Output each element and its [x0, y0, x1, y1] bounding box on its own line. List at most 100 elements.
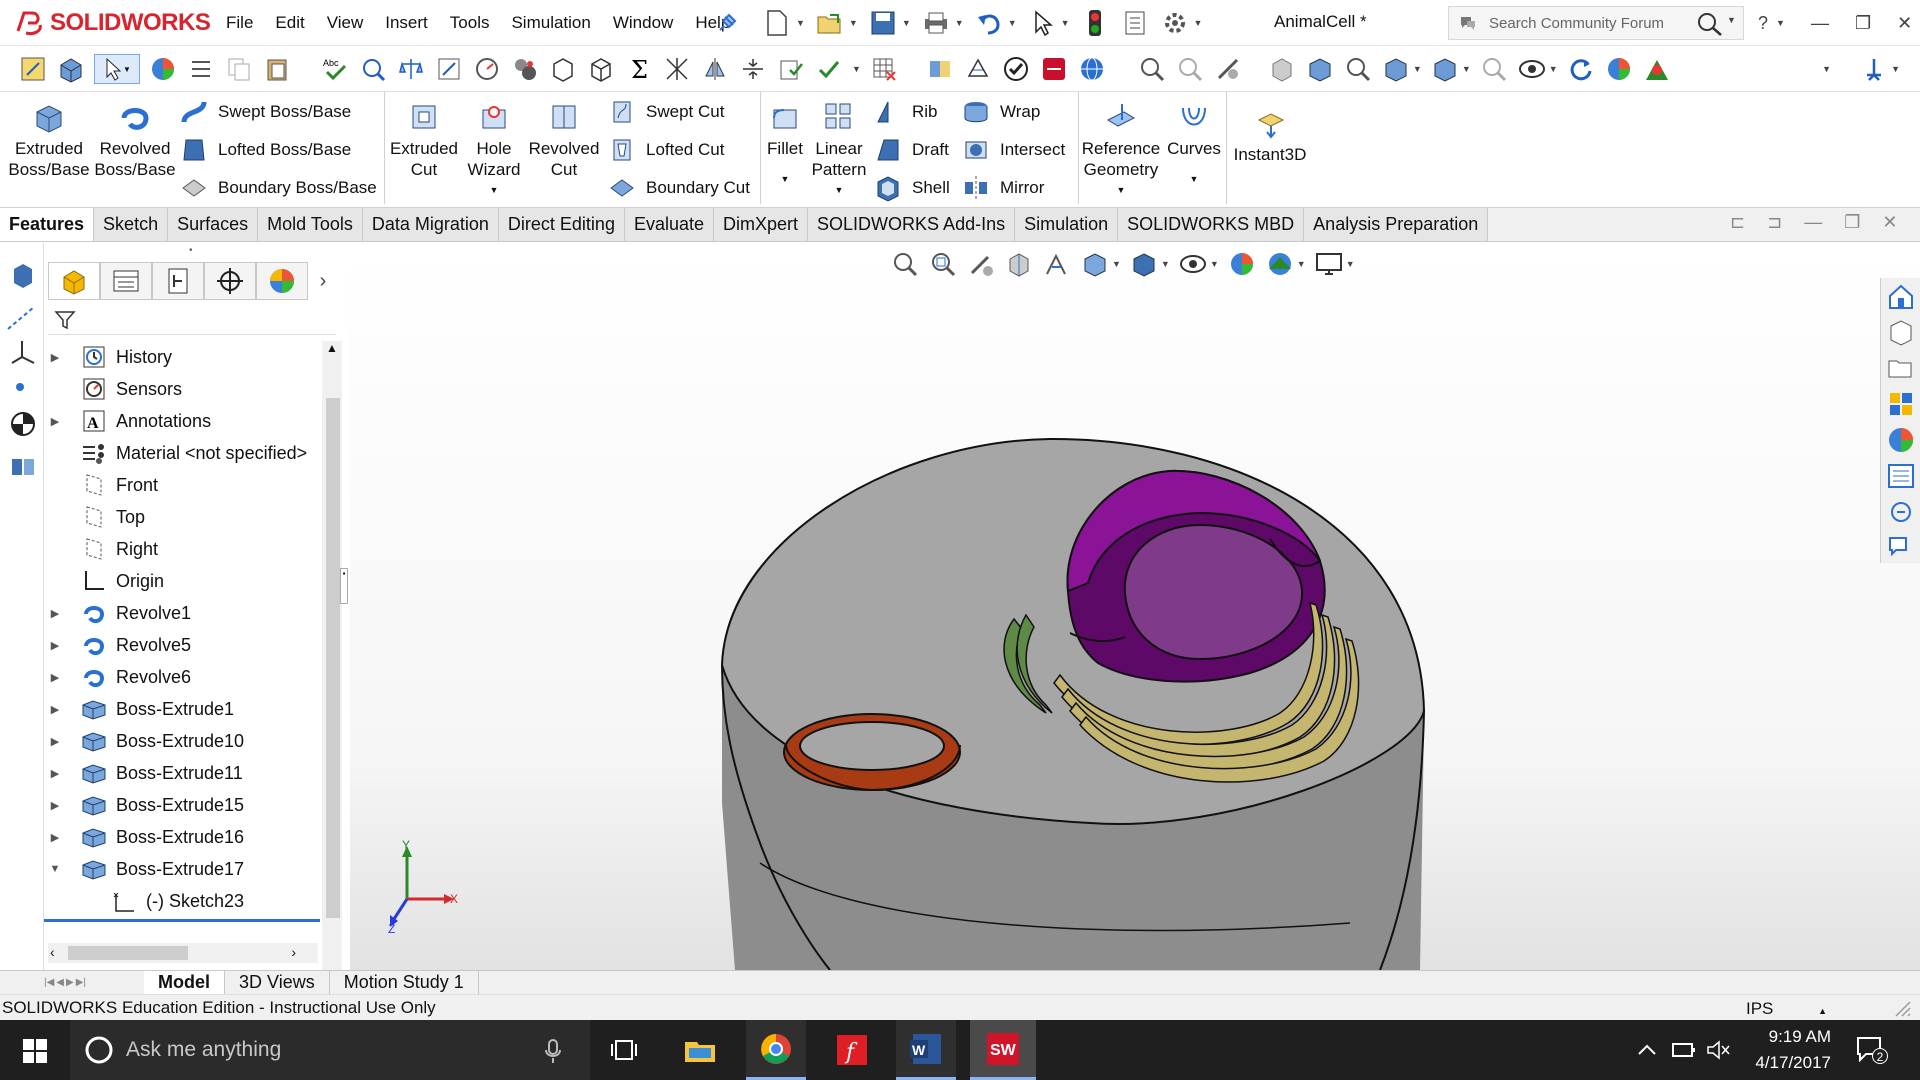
tab-simulation[interactable]: Simulation [1015, 208, 1119, 241]
intersect-button[interactable]: Intersect [962, 136, 1065, 164]
zoom-fit-icon[interactable] [1137, 54, 1167, 84]
center-of-mass-icon[interactable] [8, 409, 38, 439]
tree-node[interactable]: ▶ Revolve5 [44, 629, 320, 661]
taskbar-solidworks[interactable]: SW [970, 1020, 1036, 1080]
tree-node[interactable]: Origin [44, 565, 320, 597]
resize-grip-icon[interactable] [1892, 998, 1912, 1018]
tab-surfaces[interactable]: Surfaces [168, 208, 259, 241]
swept-boss-button[interactable]: Swept Boss/Base [180, 98, 351, 126]
viewport-restore-button[interactable]: ❐ [1844, 212, 1860, 233]
balance-icon[interactable] [396, 54, 426, 84]
design-library-icon[interactable] [1883, 314, 1919, 350]
system-clock[interactable]: 9:19 AM 4/17/2017 [1735, 1024, 1831, 1076]
property-manager-tab[interactable] [100, 262, 152, 300]
file-properties-icon[interactable] [1120, 8, 1150, 38]
tree-filter[interactable] [48, 305, 336, 335]
tree-node[interactable]: ▼ Boss-Extrude17 [44, 853, 320, 885]
rotate-icon[interactable] [1566, 54, 1596, 84]
minimize-button[interactable]: — [1811, 13, 1829, 34]
toolbar-overflow-icon[interactable]: ▼ [1822, 64, 1831, 74]
fillet-button[interactable]: Fillet ▼ [764, 92, 806, 190]
menu-insert[interactable]: Insert [385, 13, 428, 33]
linear-pattern-dropdown-icon[interactable]: ▼ [835, 180, 844, 201]
options-list-icon[interactable] [186, 54, 216, 84]
boundary-cut-button[interactable]: Boundary Cut [608, 174, 750, 202]
tree-node[interactable]: Material <not specified> [44, 437, 320, 469]
prev-tab-icon[interactable]: ◀ [56, 977, 64, 988]
smart-dimension-icon[interactable] [358, 54, 388, 84]
expand-arrow-icon[interactable]: ▶ [44, 831, 66, 844]
viewport-close-button[interactable]: ✕ [1882, 212, 1897, 233]
expand-arrow-icon[interactable]: ▶ [44, 671, 66, 684]
reference-geometry-button[interactable]: Reference Geometry ▼ [1080, 92, 1162, 201]
collapse-arrow-icon[interactable]: ▼ [44, 863, 66, 875]
revolved-boss-button[interactable]: Revolved Boss/Base [94, 92, 176, 180]
toolbar-dropdown-icon[interactable]: ▼ [852, 64, 861, 74]
panel-splitter-handle[interactable]: ▪ [340, 568, 348, 604]
taskbar-word[interactable]: W [896, 1020, 956, 1080]
zoom-in-out-icon[interactable] [1479, 54, 1509, 84]
tab-mold-tools[interactable]: Mold Tools [258, 208, 363, 241]
curves-dropdown-icon[interactable]: ▼ [1190, 169, 1199, 190]
menu-simulation[interactable]: Simulation [511, 13, 590, 33]
last-tab-icon[interactable]: ▶| [76, 977, 86, 988]
solidworks-resources-icon[interactable] [1883, 278, 1919, 314]
extruded-cut-button[interactable]: Extruded Cut [388, 92, 460, 180]
tab-model[interactable]: Model [144, 970, 225, 995]
tab-motion-study[interactable]: Motion Study 1 [330, 970, 479, 995]
scroll-left-icon[interactable]: ‹ [50, 944, 55, 960]
section-view-icon[interactable] [1267, 54, 1297, 84]
draft-button[interactable]: Draft [874, 136, 949, 164]
display-style-icon[interactable] [1343, 54, 1373, 84]
menu-edit[interactable]: Edit [275, 13, 304, 33]
mass-properties-icon[interactable] [510, 54, 540, 84]
open-icon[interactable] [815, 8, 845, 38]
battery-icon[interactable] [1672, 1042, 1696, 1058]
tab-features[interactable]: Features [0, 208, 95, 241]
expand-arrow-icon[interactable]: ▶ [44, 639, 66, 652]
equations-sigma-icon[interactable]: Σ [624, 54, 654, 84]
lysosome-ring[interactable] [783, 713, 961, 792]
rollback-bar[interactable] [44, 919, 320, 922]
boundary-boss-button[interactable]: Boundary Boss/Base [180, 174, 377, 202]
measure-gauge-icon[interactable] [472, 54, 502, 84]
menu-file[interactable]: File [226, 13, 253, 33]
tab-3d-views[interactable]: 3D Views [225, 970, 330, 995]
tree-node[interactable]: Top [44, 501, 320, 533]
taskbar-file-explorer[interactable] [670, 1020, 730, 1080]
hide-show-icon[interactable] [1381, 54, 1411, 84]
swept-cut-button[interactable]: Swept Cut [608, 98, 724, 126]
graphics-area[interactable]: ▼ ▼ ▼ ▼ ▼ Y X Z [350, 243, 1920, 970]
tab-sketch[interactable]: Sketch [94, 208, 169, 241]
select-icon[interactable] [1027, 8, 1057, 38]
tree-node[interactable]: ▶ Boss-Extrude10 [44, 725, 320, 757]
check-entity-icon[interactable] [776, 54, 806, 84]
appearances-icon[interactable] [1883, 422, 1919, 458]
tree-node[interactable]: Front [44, 469, 320, 501]
driveworks-icon[interactable] [1039, 54, 1069, 84]
mirror-button[interactable]: Mirror [962, 174, 1044, 202]
task-view-button[interactable] [594, 1020, 654, 1080]
search-community-forum[interactable]: Search Community Forum ▼ [1448, 6, 1744, 40]
taskbar-fusion[interactable]: f [822, 1020, 882, 1080]
search-dropdown-icon[interactable]: ▼ [1727, 15, 1736, 25]
coordinate-system-icon[interactable] [8, 337, 38, 367]
view-orientation-icon[interactable] [1305, 54, 1335, 84]
spell-check-icon[interactable]: Abc [320, 54, 350, 84]
cube-view-icon[interactable] [1430, 54, 1460, 84]
close-button[interactable]: ✕ [1897, 13, 1912, 34]
tree-node[interactable]: ▶ Revolve1 [44, 597, 320, 629]
tree-node[interactable]: ▶ Boss-Extrude11 [44, 757, 320, 789]
save-icon[interactable] [868, 8, 898, 38]
scroll-up-icon[interactable]: ▲ [326, 341, 338, 355]
expand-arrow-icon[interactable]: ▶ [44, 607, 66, 620]
shell-button[interactable]: Shell [874, 174, 950, 202]
new-document-icon[interactable] [762, 8, 792, 38]
tree-scroll-thumb[interactable] [326, 398, 340, 918]
next-tab-icon[interactable]: ▶ [66, 977, 74, 988]
tab-evaluate[interactable]: Evaluate [624, 208, 715, 241]
sketch-part-icon[interactable] [10, 261, 36, 289]
tab-dimxpert[interactable]: DimXpert [714, 208, 809, 241]
help-dropdown-icon[interactable]: ▼ [1776, 18, 1785, 28]
configuration-manager-tab[interactable] [152, 262, 204, 300]
